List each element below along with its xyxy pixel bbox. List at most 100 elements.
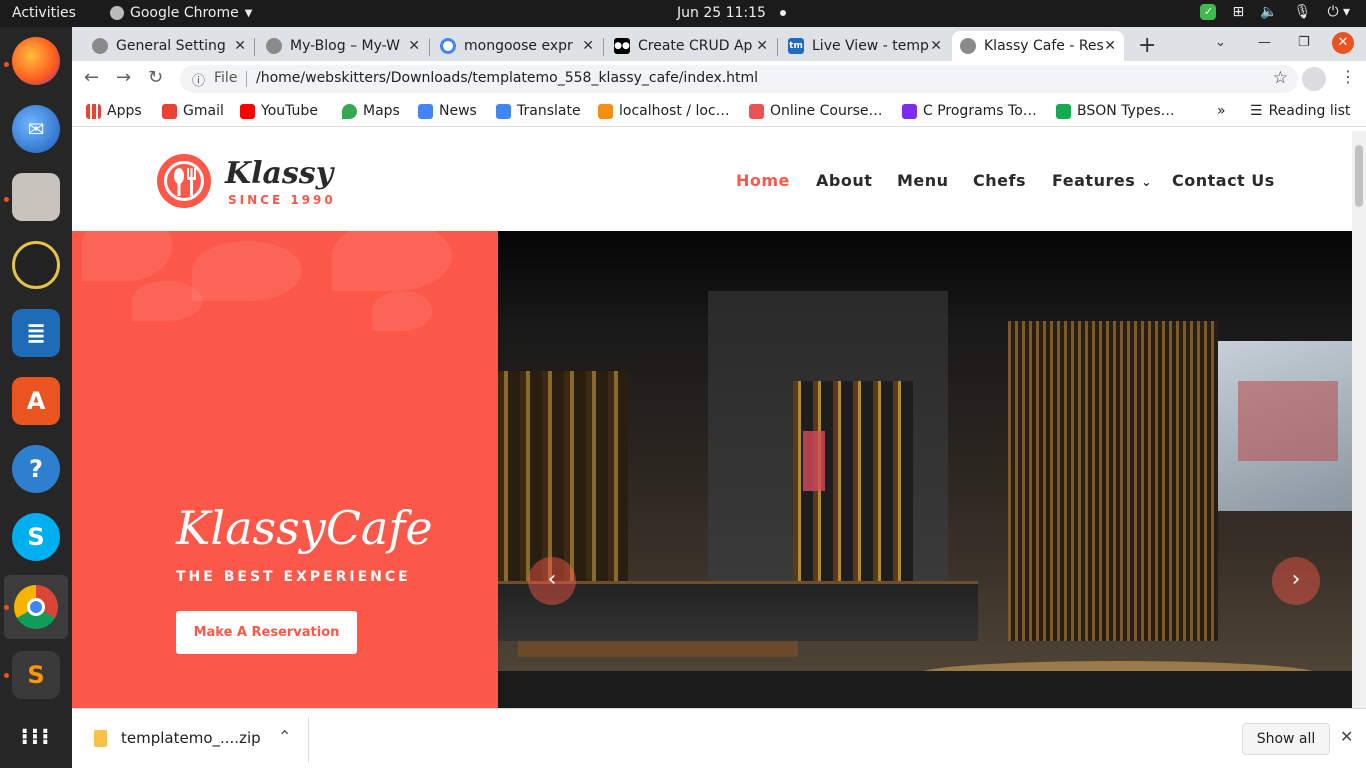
tab-klassy-cafe[interactable]: Klassy Cafe - Res ✕ xyxy=(952,31,1124,61)
apps-grid-icon xyxy=(86,103,101,119)
network-icon[interactable]: ⊞ xyxy=(1232,4,1244,20)
bookmark-translate[interactable]: Translate xyxy=(496,103,581,119)
app-menu[interactable]: Google Chrome ▼ xyxy=(110,5,252,21)
bookmark-news[interactable]: News xyxy=(418,103,477,119)
show-all-button[interactable]: Show all xyxy=(1242,723,1330,755)
menu-kebab-icon[interactable]: ⋮ xyxy=(1340,67,1356,86)
leaf-decoration xyxy=(192,241,302,301)
system-tray[interactable]: ✓ ⊞ 🔈 🎙 ⏻ ▾ xyxy=(1200,4,1350,20)
url-text[interactable]: /home/webskitters/Downloads/templatemo_5… xyxy=(256,70,758,86)
window-building xyxy=(1238,381,1338,461)
bookmark-maps[interactable]: Maps xyxy=(342,103,400,119)
activities-button[interactable]: Activities xyxy=(12,5,76,21)
microphone-icon[interactable]: 🎙 xyxy=(1294,4,1312,20)
profile-avatar[interactable] xyxy=(1302,67,1326,91)
bookmarks-overflow-button[interactable]: » xyxy=(1217,103,1226,119)
thunderbird-icon[interactable]: ✉ xyxy=(12,105,60,153)
tab-create-crud[interactable]: ●● Create CRUD Ap ✕ xyxy=(606,31,776,61)
reload-button[interactable]: ↻ xyxy=(148,67,163,88)
updates-icon[interactable]: ✓ xyxy=(1200,4,1217,20)
gmail-icon xyxy=(162,103,177,119)
bookmark-label: C Programs To… xyxy=(923,103,1037,119)
slider-next-button[interactable]: › xyxy=(1272,557,1320,605)
reading-list-button[interactable]: ☰ Reading list xyxy=(1250,103,1350,119)
maps-icon xyxy=(342,103,357,119)
app-name: Google Chrome xyxy=(130,5,239,21)
firefox-icon[interactable] xyxy=(12,37,60,85)
help-icon[interactable]: ? xyxy=(12,445,60,493)
bookmark-label: Gmail xyxy=(183,103,224,119)
writer-icon[interactable]: ≣ xyxy=(12,309,60,357)
leaf-decoration xyxy=(132,281,202,321)
logo-icon[interactable] xyxy=(157,154,211,208)
close-window-icon[interactable]: ✕ xyxy=(1332,32,1354,54)
skype-icon[interactable]: S xyxy=(12,513,60,561)
address-bar[interactable]: ⓘ File /home/webskitters/Downloads/templ… xyxy=(180,65,1298,93)
slider-prev-button[interactable]: ‹ xyxy=(528,557,576,605)
tab-separator xyxy=(429,38,430,56)
tab-search-icon[interactable]: ⌄ xyxy=(1215,35,1226,50)
close-icon[interactable]: ✕ xyxy=(1104,38,1116,54)
nav-about[interactable]: About xyxy=(816,171,872,190)
tab-mongoose[interactable]: mongoose expr ✕ xyxy=(432,31,602,61)
rhythmbox-icon[interactable] xyxy=(12,241,60,289)
bookmark-youtube[interactable]: YouTube xyxy=(240,103,318,119)
bookmark-c-programs[interactable]: C Programs To… xyxy=(902,103,1037,119)
back-button[interactable]: ← xyxy=(84,67,99,88)
new-tab-button[interactable]: + xyxy=(1138,33,1156,58)
close-icon[interactable]: ✕ xyxy=(756,38,768,54)
tm-icon: tm xyxy=(788,38,804,54)
maximize-icon[interactable]: ❐ xyxy=(1298,35,1310,50)
bookmark-apps[interactable]: Apps xyxy=(86,103,142,119)
nav-home[interactable]: Home xyxy=(736,171,790,190)
volume-icon[interactable]: 🔈 xyxy=(1260,4,1277,20)
close-icon[interactable]: ✕ xyxy=(930,38,942,54)
software-center-icon[interactable]: A xyxy=(12,377,60,425)
tab-separator xyxy=(254,38,255,56)
close-icon[interactable]: ✕ xyxy=(1340,727,1353,746)
globe-icon xyxy=(266,38,282,54)
scrollbar-thumb[interactable] xyxy=(1355,145,1363,207)
hero-title: KlassyCafe xyxy=(176,501,433,555)
running-indicator xyxy=(4,673,9,678)
close-icon[interactable]: ✕ xyxy=(234,38,246,54)
nav-chefs[interactable]: Chefs xyxy=(973,171,1026,190)
logo-text[interactable]: Klassy xyxy=(225,156,333,191)
forward-button[interactable]: → xyxy=(116,67,131,88)
nav-menu[interactable]: Menu xyxy=(897,171,949,190)
clock[interactable]: Jun 25 11:15 xyxy=(677,5,786,21)
bookmark-bson[interactable]: BSON Types… xyxy=(1056,103,1175,119)
tab-live-view[interactable]: tm Live View - temp ✕ xyxy=(780,31,950,61)
bookmark-label: Maps xyxy=(363,103,400,119)
tab-my-blog[interactable]: My-Blog – My-W ✕ xyxy=(258,31,428,61)
close-icon[interactable]: ✕ xyxy=(408,38,420,54)
chevron-up-icon[interactable]: ⌃ xyxy=(278,727,291,746)
sublime-text-icon[interactable]: S xyxy=(12,651,60,699)
running-indicator xyxy=(4,605,9,610)
running-indicator xyxy=(4,197,9,202)
tab-general-setting[interactable]: General Setting ✕ xyxy=(84,31,254,61)
medium-icon: ●● xyxy=(614,38,630,54)
page-scrollbar[interactable] xyxy=(1352,131,1366,708)
bookmark-star-icon[interactable]: ☆ xyxy=(1273,68,1288,88)
scheme-label: File xyxy=(214,70,238,86)
power-icon[interactable]: ⏻ ▾ xyxy=(1327,4,1350,20)
tab-title: General Setting xyxy=(116,38,226,54)
minimize-icon[interactable]: — xyxy=(1258,35,1271,50)
bookmark-online-course[interactable]: Online Course… xyxy=(749,103,883,119)
files-icon[interactable] xyxy=(12,173,60,221)
bookmark-gmail[interactable]: Gmail xyxy=(162,103,224,119)
nav-contact-us[interactable]: Contact Us xyxy=(1172,171,1275,190)
bookmark-localhost[interactable]: localhost / loc… xyxy=(598,103,730,119)
chrome-dock-item[interactable] xyxy=(4,575,68,639)
nav-features[interactable]: Features ⌄ xyxy=(1052,171,1152,190)
info-icon[interactable]: ⓘ xyxy=(192,70,205,89)
close-icon[interactable]: ✕ xyxy=(582,38,594,54)
chairs xyxy=(498,671,1352,708)
make-reservation-button[interactable]: Make A Reservation xyxy=(176,611,357,654)
globe-icon xyxy=(960,38,976,54)
bookmarks-bar: Apps Gmail YouTube Maps News Translate l… xyxy=(72,97,1366,127)
hero-restaurant-image: ‹ › xyxy=(498,231,1352,708)
show-applications-icon[interactable]: ⁝⁝⁝ xyxy=(12,713,60,761)
download-item[interactable]: templatemo_....zip xyxy=(94,729,261,747)
